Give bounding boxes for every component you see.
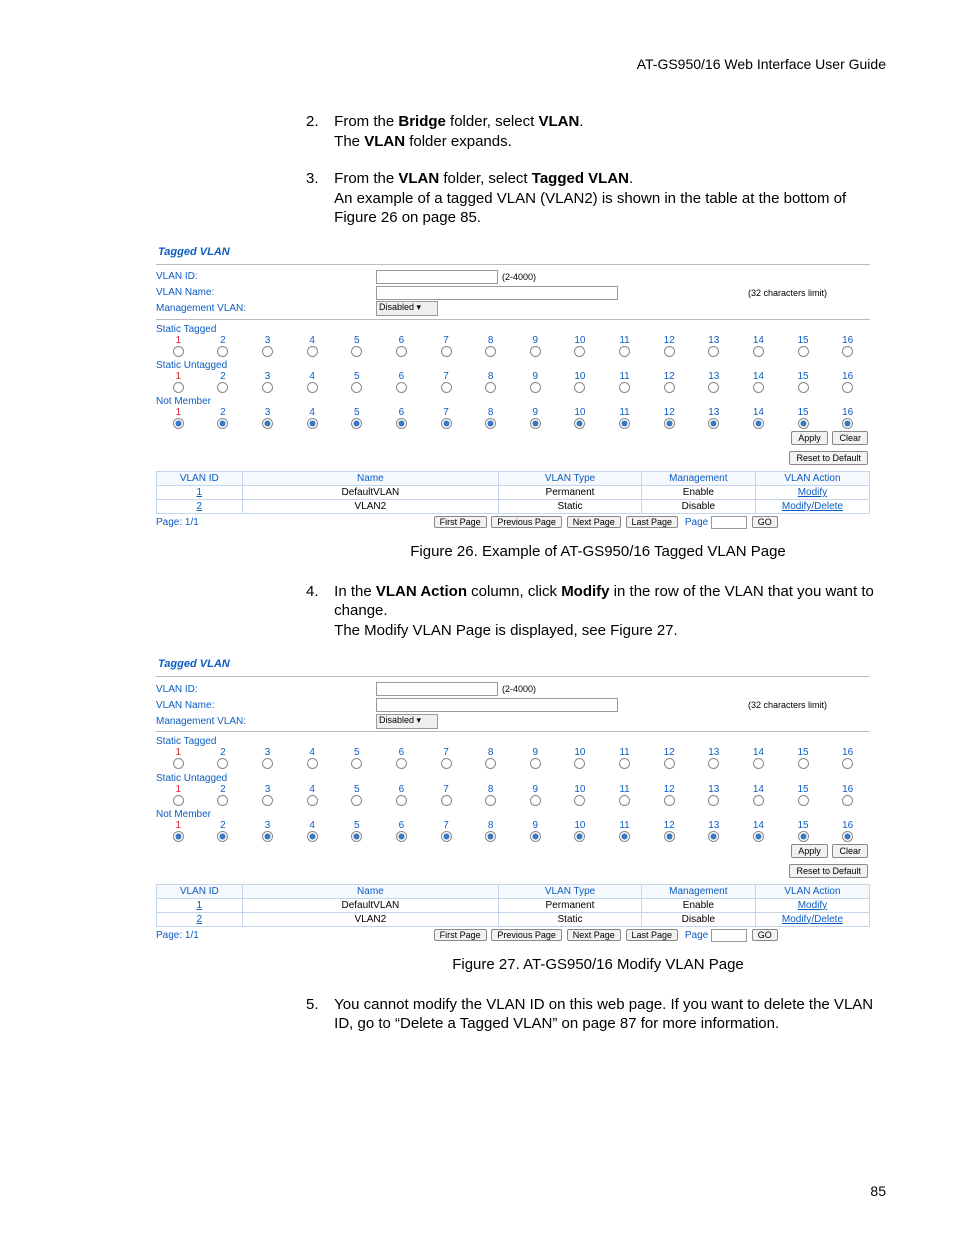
go-button[interactable]: GO — [752, 516, 778, 528]
step-5-num: 5. — [306, 995, 330, 1015]
clear-button[interactable]: Clear — [832, 844, 868, 858]
vlan-table: VLAN ID Name VLAN Type Management VLAN A… — [156, 471, 870, 514]
mgmt-vlan-select[interactable]: Disabled — [376, 301, 438, 316]
mgmt-vlan-select[interactable]: Disabled — [376, 714, 438, 729]
vlan-action-link[interactable]: Modify/Delete — [755, 499, 869, 513]
pager: Page: 1/1 First Page Previous Page Next … — [156, 516, 870, 529]
page-input[interactable] — [711, 516, 747, 529]
next-page-button[interactable]: Next Page — [567, 516, 621, 528]
table-row: 2 VLAN2 Static Disable Modify/Delete — [157, 499, 870, 513]
step-2-num: 2. — [306, 112, 330, 132]
vlan-id-input[interactable] — [376, 270, 498, 284]
apply-button[interactable]: Apply — [791, 431, 828, 445]
not-member-label: Not Member — [156, 396, 870, 407]
step-3-body: From the VLAN folder, select Tagged VLAN… — [334, 169, 884, 228]
figure-26-screenshot: Tagged VLAN VLAN ID: (2-4000) VLAN Name:… — [156, 246, 870, 529]
last-page-button[interactable]: Last Page — [626, 929, 679, 941]
vlan-name-input[interactable] — [376, 286, 618, 300]
vlan-id-hint: (2-4000) — [502, 272, 536, 282]
port-header-tagged: 12345678910111213141516 — [156, 335, 870, 346]
table-row: 1 DefaultVLAN Permanent Enable Modify — [157, 485, 870, 499]
vlan-id-input[interactable] — [376, 682, 498, 696]
first-page-button[interactable]: First Page — [434, 516, 487, 528]
figure-27-caption: Figure 27. AT-GS950/16 Modify VLAN Page — [306, 956, 890, 973]
first-page-button[interactable]: First Page — [434, 929, 487, 941]
step-5: 5. You cannot modify the VLAN ID on this… — [306, 995, 890, 1034]
shot-title: Tagged VLAN — [158, 246, 870, 258]
static-untagged-label: Static Untagged — [156, 360, 870, 371]
untagged-radios — [156, 382, 870, 393]
step-2-body: From the Bridge folder, select VLAN. The… — [334, 112, 884, 151]
table-row: 1 DefaultVLAN Permanent Enable Modify — [157, 898, 870, 912]
page-number: 85 — [870, 1183, 886, 1199]
step-3-num: 3. — [306, 169, 330, 189]
vlan-id-link[interactable]: 2 — [157, 499, 243, 513]
prev-page-button[interactable]: Previous Page — [491, 929, 562, 941]
step-4-body: In the VLAN Action column, click Modify … — [334, 582, 884, 641]
last-page-button[interactable]: Last Page — [626, 516, 679, 528]
step-4: 4. In the VLAN Action column, click Modi… — [306, 582, 890, 641]
port-header-notmember: 12345678910111213141516 — [156, 407, 870, 418]
static-tagged-label: Static Tagged — [156, 324, 870, 335]
page-input[interactable] — [711, 929, 747, 942]
table-row: 2 VLAN2 Static Disable Modify/Delete — [157, 912, 870, 926]
port-header-untagged: 12345678910111213141516 — [156, 371, 870, 382]
next-page-button[interactable]: Next Page — [567, 929, 621, 941]
go-button[interactable]: GO — [752, 929, 778, 941]
step-5-body: You cannot modify the VLAN ID on this we… — [334, 995, 884, 1034]
vlan-table: VLAN ID Name VLAN Type Management VLAN A… — [156, 884, 870, 927]
reset-button[interactable]: Reset to Default — [789, 451, 868, 465]
figure-27-screenshot: Tagged VLAN VLAN ID: (2-4000) VLAN Name:… — [156, 658, 870, 941]
vlan-name-input[interactable] — [376, 698, 618, 712]
apply-button[interactable]: Apply — [791, 844, 828, 858]
step-2: 2. From the Bridge folder, select VLAN. … — [306, 112, 890, 151]
vlan-name-label: VLAN Name: — [156, 287, 376, 298]
vlan-id-link[interactable]: 1 — [157, 485, 243, 499]
vlan-name-hint: (32 characters limit) — [748, 288, 827, 298]
radio-tagged[interactable] — [173, 346, 184, 357]
figure-26-caption: Figure 26. Example of AT-GS950/16 Tagged… — [306, 543, 890, 560]
step-3: 3. From the VLAN folder, select Tagged V… — [306, 169, 890, 228]
notmember-radios — [156, 418, 870, 429]
page-header: AT-GS950/16 Web Interface User Guide — [637, 56, 886, 72]
mgmt-vlan-label: Management VLAN: — [156, 303, 376, 314]
tagged-radios — [156, 346, 870, 357]
vlan-id-label: VLAN ID: — [156, 271, 376, 282]
step-4-num: 4. — [306, 582, 330, 602]
shot-title: Tagged VLAN — [158, 658, 870, 670]
prev-page-button[interactable]: Previous Page — [491, 516, 562, 528]
clear-button[interactable]: Clear — [832, 431, 868, 445]
reset-button[interactable]: Reset to Default — [789, 864, 868, 878]
vlan-action-link[interactable]: Modify — [755, 485, 869, 499]
